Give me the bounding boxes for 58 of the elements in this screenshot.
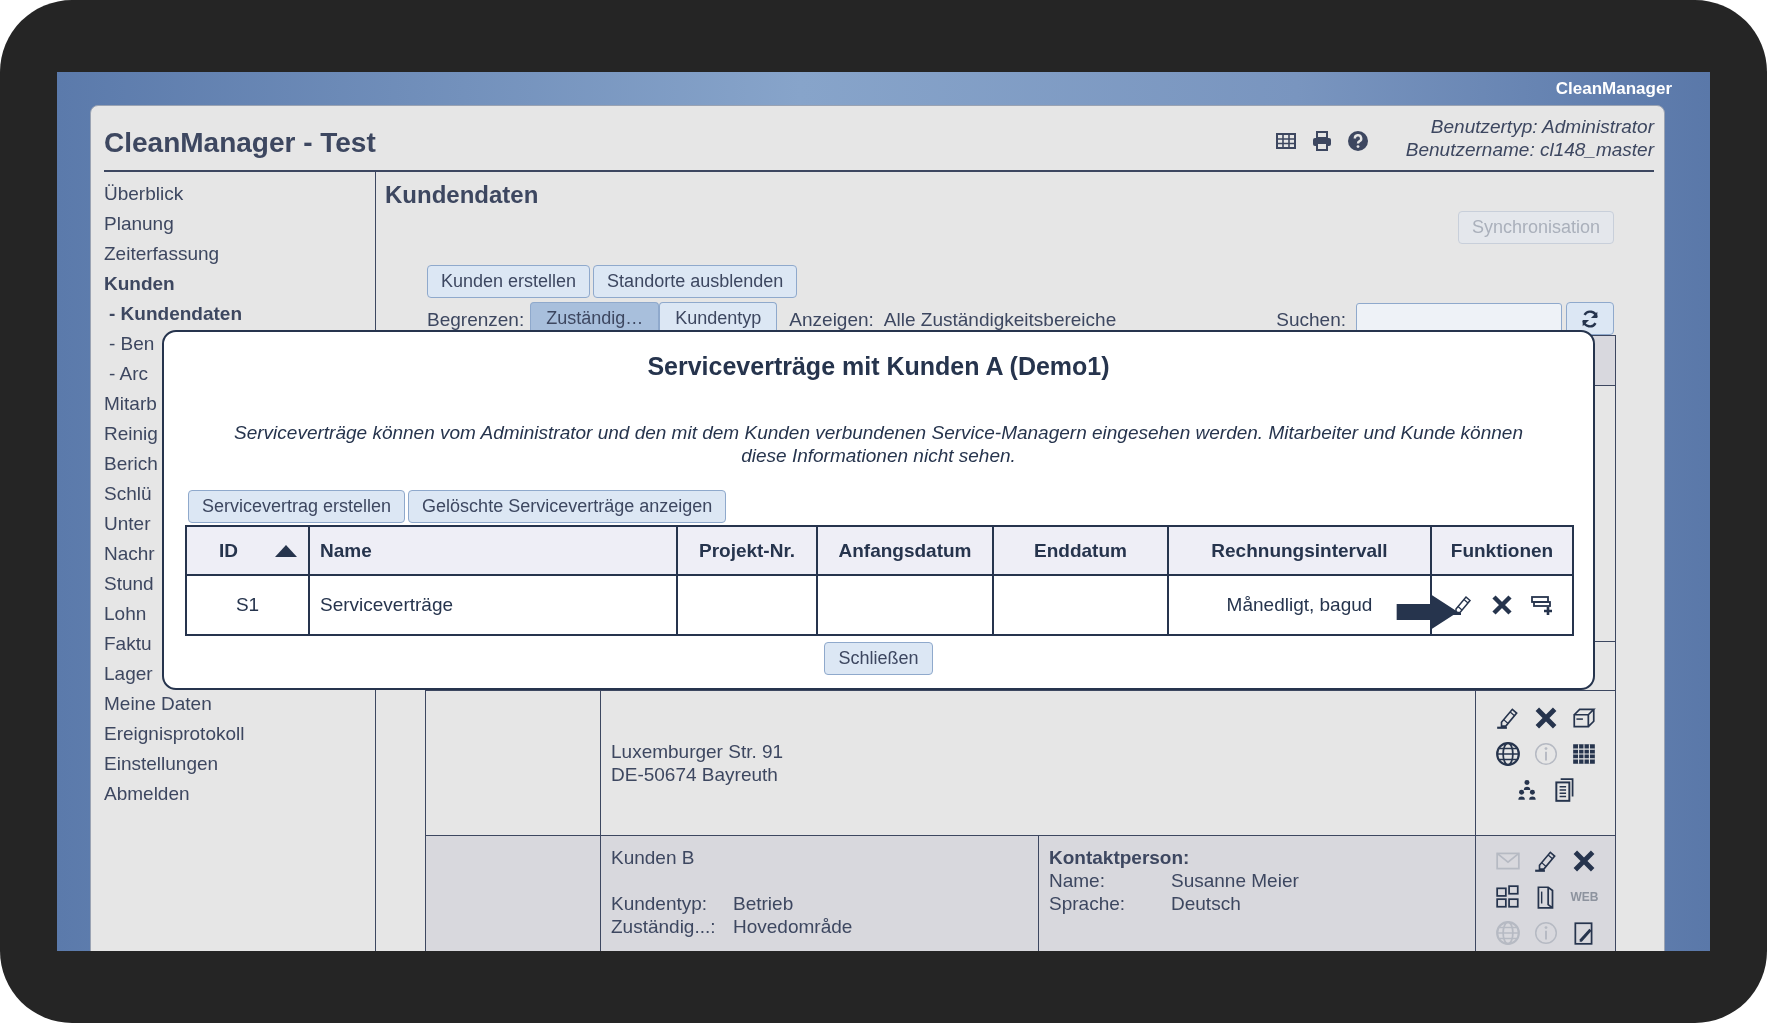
- sidebar-item[interactable]: Ereignisprotokoll: [104, 719, 245, 749]
- column-header: Rechnungsintervall: [1168, 526, 1431, 575]
- sidebar-item[interactable]: Kunden: [104, 269, 175, 299]
- sidebar-item[interactable]: Faktu: [104, 629, 152, 659]
- field-value: Betrieb: [733, 892, 794, 915]
- address-line: DE-50674 Bayreuth: [611, 763, 778, 786]
- field-value: Deutsch: [1171, 892, 1241, 915]
- show-label: Anzeigen:: [789, 309, 874, 332]
- column-header: Funktionen: [1431, 526, 1573, 575]
- user-type: Benutzertyp: Administrator: [1429, 115, 1654, 138]
- field-label: Kundentyp:: [611, 892, 708, 915]
- dialog-button[interactable]: Servicevertrag erstellen: [188, 490, 406, 523]
- address-line: Luxemburger Str. 91: [611, 740, 784, 763]
- sidebar-item[interactable]: Lohn: [104, 599, 147, 629]
- field-value: Susanne Meier: [1171, 869, 1299, 892]
- sidebar-item[interactable]: Unter: [104, 509, 151, 539]
- search-label: Suchen:: [1276, 309, 1346, 332]
- column-header: Enddatum: [993, 526, 1168, 575]
- toolbar-button[interactable]: Kunden erstellen: [427, 265, 591, 298]
- column-header: Anfangsdatum: [817, 526, 993, 575]
- sidebar-item[interactable]: Lager: [104, 659, 153, 689]
- table-cell: Serviceverträge: [309, 575, 677, 635]
- page-title: Kundendaten: [385, 180, 540, 210]
- field-label: Zuständig...:: [611, 915, 716, 938]
- user-name: Benutzername: cl148_master: [1405, 138, 1654, 161]
- sidebar-item[interactable]: - Arc: [109, 359, 149, 389]
- customer-name: Kunden B: [611, 846, 695, 869]
- show-value: Alle Zuständigkeitsbereiche: [883, 309, 1117, 332]
- sidebar-item[interactable]: Zeiterfassung: [104, 239, 220, 269]
- filter-label: Begrenzen:: [427, 309, 525, 332]
- sidebar-item[interactable]: Berich: [104, 449, 158, 479]
- app-title: CleanManager - Test: [104, 126, 377, 159]
- sidebar-item[interactable]: Stund: [104, 569, 154, 599]
- field-value: Hovedområde: [733, 915, 853, 938]
- toolbar-button[interactable]: Standorte ausblenden: [593, 265, 798, 298]
- dialog-title: Serviceverträge mit Kunden A (Demo1): [647, 351, 1110, 382]
- close-button[interactable]: Schließen: [824, 642, 933, 675]
- table-cell: S1: [186, 575, 309, 635]
- sidebar-item[interactable]: Planung: [104, 209, 174, 239]
- field-label: Sprache:: [1049, 892, 1126, 915]
- field-label: Name:: [1049, 869, 1105, 892]
- sidebar-item[interactable]: Mitarb: [104, 389, 157, 419]
- column-header: Name: [309, 526, 677, 575]
- sidebar-item[interactable]: Abmelden: [104, 779, 190, 809]
- contact-heading: Kontaktperson:: [1049, 846, 1190, 869]
- sidebar-item[interactable]: Nachr: [104, 539, 155, 569]
- sidebar-item[interactable]: - Kundendaten: [109, 299, 242, 329]
- sidebar-item[interactable]: Einstellungen: [104, 749, 219, 779]
- sidebar-item[interactable]: Reinig: [104, 419, 158, 449]
- column-header: Projekt-Nr.: [677, 526, 817, 575]
- sidebar-item[interactable]: Überblick: [104, 179, 184, 209]
- sidebar-item[interactable]: Schlü: [104, 479, 152, 509]
- app-name: CleanManager: [1555, 78, 1672, 99]
- sidebar-item[interactable]: - Ben: [109, 329, 155, 359]
- dialog-button[interactable]: Gelöschte Serviceverträge anzeigen: [408, 490, 727, 523]
- sidebar-item[interactable]: Meine Daten: [104, 689, 212, 719]
- column-header[interactable]: ID: [186, 526, 309, 575]
- dialog-note: Serviceverträge können vom Administrator und den mit dem Kunden verbundenen Service-Managern eingesehen werden. Mitarbeiter und Kunde können diese Informationen nicht sehen.: [233, 421, 1524, 467]
